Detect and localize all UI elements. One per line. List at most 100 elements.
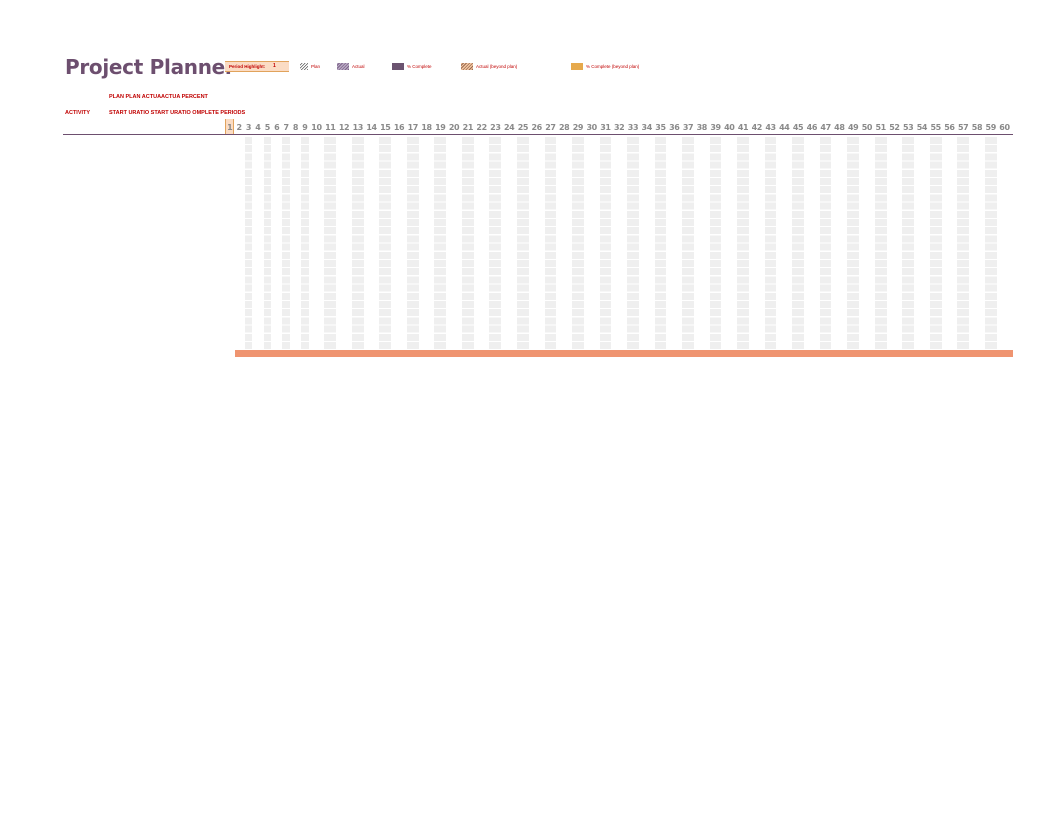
period-column-shade	[627, 137, 639, 349]
period-17: 17	[407, 123, 419, 132]
period-column-shade	[324, 137, 337, 349]
page-title: Project Planner	[65, 55, 235, 79]
period-column-shade	[654, 137, 667, 349]
period-28: 28	[558, 123, 570, 132]
period-column-shade	[282, 137, 290, 349]
period-15: 15	[380, 123, 391, 132]
period-column-shade	[709, 137, 722, 349]
period-13: 13	[352, 123, 364, 132]
period-29: 29	[572, 123, 584, 132]
period-55: 55	[930, 123, 942, 132]
header-divider	[63, 134, 1013, 135]
period-1: 1	[225, 119, 235, 134]
period-5: 5	[264, 123, 271, 132]
period-11: 11	[325, 123, 336, 132]
period-37: 37	[682, 123, 694, 132]
period-49: 49	[847, 123, 859, 132]
period-column-shade	[957, 137, 970, 349]
period-60: 60	[999, 123, 1010, 132]
column-header-row2: START URATIO START URATIO OMPLETE PERIOD…	[109, 110, 246, 116]
period-42: 42	[751, 123, 763, 132]
plan-hatch-icon	[300, 62, 308, 70]
period-32: 32	[614, 123, 625, 132]
period-38: 38	[696, 123, 708, 132]
period-column-shade	[902, 137, 915, 349]
period-16: 16	[393, 123, 405, 132]
legend-complete-beyond: % Complete (beyond plan)	[571, 62, 639, 70]
period-6: 6	[274, 123, 280, 132]
period-9: 9	[302, 123, 308, 132]
period-57: 57	[958, 123, 969, 132]
complete-beyond-swatch-icon	[571, 62, 583, 70]
period-column-shade	[434, 137, 447, 349]
period-column-shade	[792, 137, 804, 349]
period-column-shade	[351, 137, 364, 349]
period-column-shade	[599, 137, 612, 349]
period-column-shade	[379, 137, 392, 349]
period-27: 27	[545, 123, 556, 132]
period-column-shade	[847, 137, 859, 349]
beyond-hatch-icon	[461, 62, 473, 70]
legend-actual: Actual	[337, 62, 365, 70]
period-column-shade	[984, 137, 997, 349]
period-21: 21	[462, 123, 474, 132]
period-19: 19	[435, 123, 446, 132]
period-8: 8	[292, 123, 299, 132]
period-36: 36	[669, 123, 680, 132]
period-34: 34	[641, 123, 653, 132]
period-3: 3	[245, 123, 252, 132]
period-14: 14	[366, 123, 377, 132]
period-4: 4	[255, 123, 261, 132]
actual-hatch-icon	[337, 62, 349, 70]
column-header-row1: PLAN PLAN ACTUAACTUA PERCENT	[109, 94, 208, 100]
period-column-shade	[301, 137, 309, 349]
period-column-shade	[489, 137, 502, 349]
period-43: 43	[765, 123, 776, 132]
complete-swatch-icon	[392, 62, 404, 70]
period-53: 53	[902, 123, 914, 132]
period-26: 26	[531, 123, 542, 132]
period-column-shade	[819, 137, 832, 349]
period-20: 20	[448, 123, 460, 132]
period-30: 30	[586, 123, 598, 132]
period-column-shade	[764, 137, 777, 349]
period-column-shade	[406, 137, 419, 349]
legend-complete: % Complete	[392, 62, 432, 70]
period-41: 41	[737, 123, 749, 132]
period-58: 58	[971, 123, 983, 132]
column-header-activity: ACTIVITY	[65, 110, 91, 116]
period-44: 44	[779, 123, 790, 132]
period-column-shade	[874, 137, 887, 349]
legend-actual-beyond: Actual (beyond plan)	[461, 62, 517, 70]
legend-plan: Plan	[300, 62, 320, 70]
period-column-shade	[244, 137, 253, 349]
period-highlight-value[interactable]: 1	[273, 62, 276, 71]
period-22: 22	[476, 123, 487, 132]
period-31: 31	[600, 123, 611, 132]
period-10: 10	[311, 123, 322, 132]
period-50: 50	[861, 123, 873, 132]
period-56: 56	[944, 123, 955, 132]
period-45: 45	[792, 123, 804, 132]
period-24: 24	[503, 123, 515, 132]
period-23: 23	[490, 123, 501, 132]
period-25: 25	[517, 123, 529, 132]
period-12: 12	[338, 123, 350, 132]
period-39: 39	[710, 123, 721, 132]
period-column-shade	[517, 137, 529, 349]
period-33: 33	[627, 123, 639, 132]
period-highlight-field[interactable]: Period Highlight: 1	[225, 61, 289, 72]
period-highlight-label: Period Highlight:	[229, 64, 266, 69]
period-54: 54	[916, 123, 928, 132]
period-column-shade	[263, 137, 271, 349]
grid-bottom-bar	[235, 350, 1013, 357]
period-column-shade	[461, 137, 474, 349]
period-47: 47	[820, 123, 831, 132]
period-48: 48	[834, 123, 845, 132]
period-18: 18	[421, 123, 432, 132]
period-column-shade	[544, 137, 557, 349]
period-46: 46	[806, 123, 818, 132]
period-59: 59	[985, 123, 997, 132]
period-column-shade	[682, 137, 694, 349]
period-35: 35	[655, 123, 666, 132]
